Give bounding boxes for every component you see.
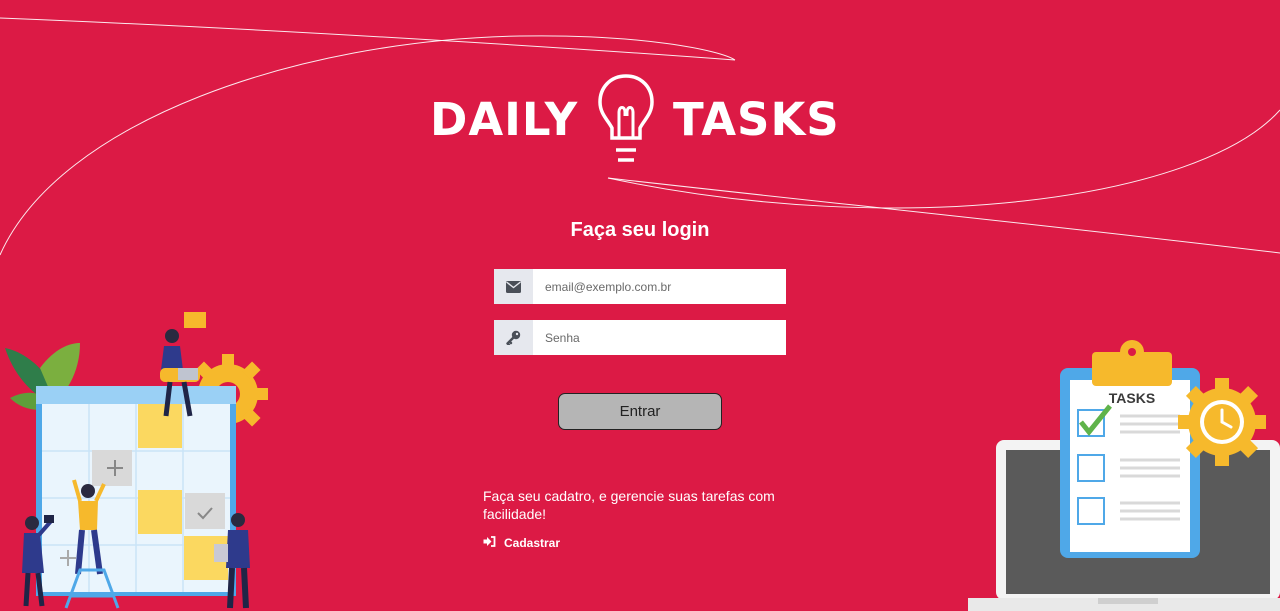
clipboard-heading: TASKS	[1109, 390, 1155, 406]
password-field	[494, 320, 786, 355]
logo-word-tasks: TASKS	[673, 93, 840, 146]
signup-text: Faça seu cadatro, e gerencie suas tarefa…	[483, 488, 775, 522]
lightbulb-icon	[598, 74, 654, 162]
password-input[interactable]	[533, 320, 786, 355]
signup-link[interactable]: Cadastrar	[483, 536, 560, 550]
sign-in-icon	[483, 536, 496, 550]
signup-link-label: Cadastrar	[504, 536, 561, 550]
logo-word-daily: DAILY	[430, 93, 579, 146]
calendar-team-illustration	[5, 312, 268, 609]
email-field	[494, 269, 786, 304]
brand-logo: DAILY TASKS	[430, 70, 840, 170]
envelope-icon	[494, 269, 533, 304]
enter-button[interactable]: Entrar	[558, 393, 722, 430]
login-title: Faça seu login	[570, 219, 710, 241]
tasks-clipboard-illustration: TASKS	[968, 340, 1280, 611]
key-icon	[494, 320, 533, 355]
email-input[interactable]	[533, 269, 786, 304]
